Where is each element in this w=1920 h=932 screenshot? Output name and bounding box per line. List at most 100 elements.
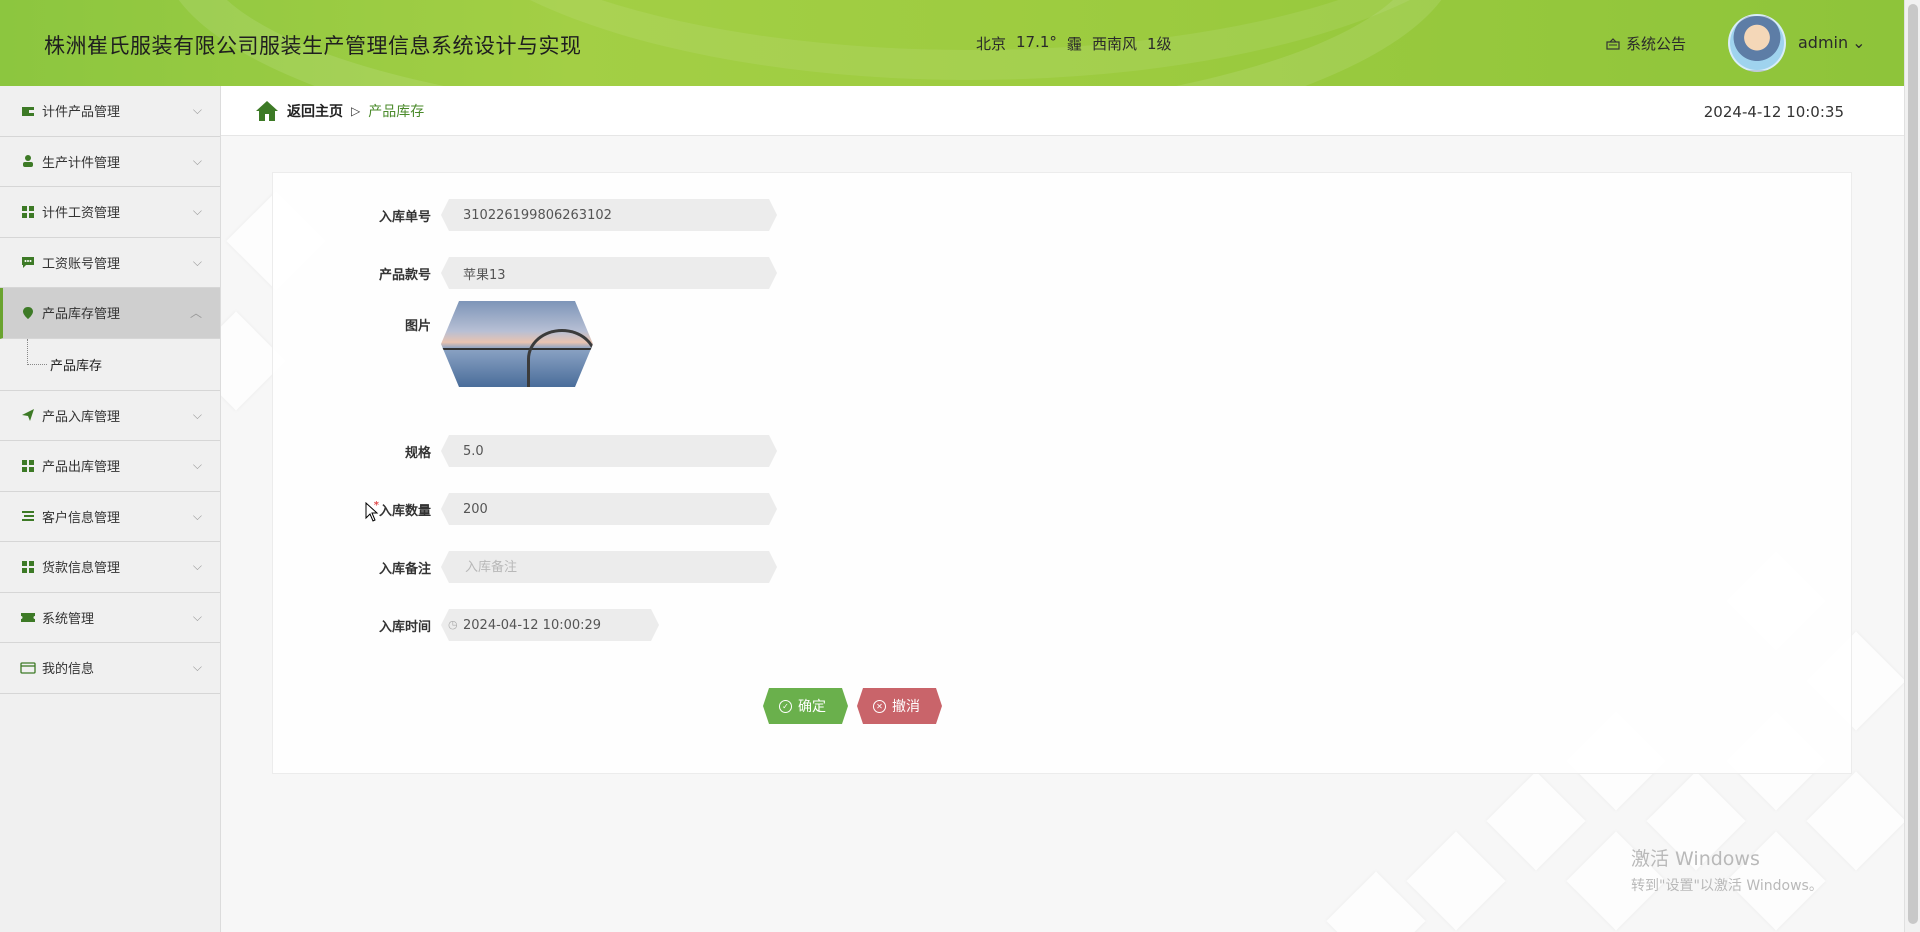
chevron-down-icon: ⌵ (192, 660, 202, 675)
ticket-icon (20, 609, 36, 625)
form-row-remark: 入库备注 (273, 551, 777, 583)
mouse-cursor-icon (365, 502, 379, 522)
form-row-time: 入库时间 ◷ 2024-04-12 10:00:29 (273, 609, 659, 641)
home-icon[interactable] (255, 100, 279, 122)
spec-label: 规格 (404, 445, 431, 461)
weather-level: 1级 (1146, 35, 1172, 53)
sidebar-item-piece-product[interactable]: 计件产品管理 ⌵ (0, 86, 220, 137)
spec-field[interactable]: 5.0 (441, 435, 777, 467)
chevron-down-icon: ⌵ (192, 204, 202, 219)
sidebar-item-label: 计件工资管理 (42, 206, 121, 222)
user-menu[interactable]: admin ⌄ (1798, 33, 1866, 52)
avatar[interactable] (1728, 14, 1786, 72)
weather-widget: 北京 17.1° 霾 西南风 1级 (976, 33, 1172, 54)
confirm-button[interactable]: ✓ 确定 (763, 688, 848, 724)
quantity-value: 200 (463, 501, 488, 517)
sidebar-item-my-info[interactable]: 我的信息 ⌵ (0, 643, 220, 694)
chevron-down-icon: ⌵ (192, 508, 202, 523)
quantity-label: *入库数量 (273, 500, 441, 519)
spec-value: 5.0 (463, 443, 484, 459)
sidebar-item-production-piece[interactable]: 生产计件管理 ⌵ (0, 137, 220, 187)
notice-icon (1606, 37, 1620, 50)
clock-icon: ◷ (448, 618, 458, 631)
chevron-down-icon: ⌵ (192, 153, 202, 168)
sidebar-item-label: 产品入库管理 (42, 409, 121, 425)
sidebar-item-label: 我的信息 (42, 662, 95, 678)
sidebar-item-stock-in[interactable]: 产品入库管理 ⌵ (0, 391, 220, 441)
weather-condition: 霾 (1066, 35, 1082, 53)
chevron-down-icon: ⌵ (192, 609, 202, 624)
current-datetime: 2024-4-12 10:0:35 (1703, 103, 1844, 121)
wallet-icon (20, 103, 36, 119)
close-circle-icon: ✕ (873, 700, 886, 713)
photo-bridge-arch (527, 329, 597, 389)
order-no-label: 入库单号 (378, 209, 431, 225)
top-header: 株洲崔氏服装有限公司服装生产管理信息系统设计与实现 北京 17.1° 霾 西南风… (0, 0, 1904, 86)
cancel-button[interactable]: ✕ 撤消 (857, 688, 942, 724)
sidebar-item-customer[interactable]: 客户信息管理 ⌵ (0, 492, 220, 542)
background-tile (1406, 831, 1506, 931)
sidebar-item-salary-account[interactable]: 工资账号管理 ⌵ (0, 238, 220, 288)
product-photo[interactable] (441, 301, 593, 387)
product-code-value: 苹果13 (463, 267, 506, 283)
form-row-quantity: *入库数量 200 (273, 493, 777, 525)
sidebar-item-label: 系统管理 (42, 611, 95, 627)
username: admin (1798, 33, 1849, 52)
remark-label: 入库备注 (378, 561, 431, 577)
main-content: 返回主页 ▷ 产品库存 2024-4-12 10:0:35 入库单号 31022… (221, 86, 1904, 932)
remark-input[interactable] (463, 559, 777, 576)
sidebar-subitem-inventory[interactable]: 产品库存 (0, 338, 220, 391)
weather-wind: 西南风 (1091, 35, 1137, 53)
form-row-product-code: 产品款号 苹果13 (273, 257, 777, 289)
sidebar-item-label: 货款信息管理 (42, 561, 121, 577)
sidebar-subitem-label: 产品库存 (50, 358, 103, 374)
home-link[interactable]: 返回主页 (287, 101, 343, 121)
quantity-field[interactable]: 200 (441, 493, 777, 525)
sidebar-item-inventory[interactable]: 产品库存管理 ︿ (0, 288, 220, 339)
watermark-line2: 转到"设置"以激活 Windows。 (1631, 878, 1823, 894)
page-scrollbar[interactable] (1904, 0, 1920, 932)
product-code-label: 产品款号 (378, 267, 431, 283)
list-icon (20, 508, 36, 524)
image-label: 图片 (404, 319, 431, 334)
weather-city: 北京 (976, 35, 1007, 53)
sidebar-item-label: 产品出库管理 (42, 460, 121, 476)
order-no-value: 310226199806263102 (463, 207, 612, 223)
location-icon (20, 305, 36, 321)
paper-plane-icon (20, 407, 36, 423)
order-no-field[interactable]: 310226199806263102 (441, 199, 777, 231)
confirm-button-label: 确定 (798, 699, 826, 715)
sidebar-item-system[interactable]: 系统管理 ⌵ (0, 593, 220, 643)
quantity-label-text: 入库数量 (378, 503, 431, 519)
chevron-down-icon: ⌵ (192, 559, 202, 574)
system-notice-link[interactable]: 系统公告 (1606, 33, 1686, 54)
sidebar-item-piece-salary[interactable]: 计件工资管理 ⌵ (0, 187, 220, 238)
time-field[interactable]: ◷ 2024-04-12 10:00:29 (441, 609, 659, 641)
sidebar-item-label: 计件产品管理 (42, 105, 121, 121)
inventory-form: 入库单号 310226199806263102 产品款号 苹果13 图片 规格 … (272, 172, 1852, 774)
product-code-field[interactable]: 苹果13 (441, 257, 777, 289)
chevron-down-icon: ⌵ (192, 407, 202, 422)
time-value: 2024-04-12 10:00:29 (463, 617, 602, 633)
chevron-down-icon: ⌵ (192, 254, 202, 269)
grid-icon (20, 559, 36, 575)
scrollbar-thumb[interactable] (1908, 4, 1918, 924)
time-label: 入库时间 (378, 619, 431, 635)
chevron-up-icon: ︿ (189, 306, 202, 321)
card-icon (20, 660, 36, 676)
grid-icon (20, 458, 36, 474)
sidebar-item-payment[interactable]: 货款信息管理 ⌵ (0, 542, 220, 593)
sidebar-item-label: 产品库存管理 (42, 307, 121, 323)
form-row-image: 图片 (273, 301, 593, 387)
breadcrumb-separator: ▷ (351, 104, 361, 118)
chat-icon (20, 254, 36, 270)
cancel-button-label: 撤消 (892, 699, 920, 715)
sidebar-item-label: 工资账号管理 (42, 256, 121, 272)
sidebar-item-stock-out[interactable]: 产品出库管理 ⌵ (0, 441, 220, 492)
notice-label: 系统公告 (1626, 35, 1687, 53)
app-title: 株洲崔氏服装有限公司服装生产管理信息系统设计与实现 (44, 34, 582, 58)
sidebar-item-label: 生产计件管理 (42, 155, 121, 171)
remark-field-wrapper (441, 551, 777, 583)
windows-activation-watermark: 激活 Windows 转到"设置"以激活 Windows。 (1631, 844, 1823, 895)
chevron-down-icon: ⌵ (192, 458, 202, 473)
